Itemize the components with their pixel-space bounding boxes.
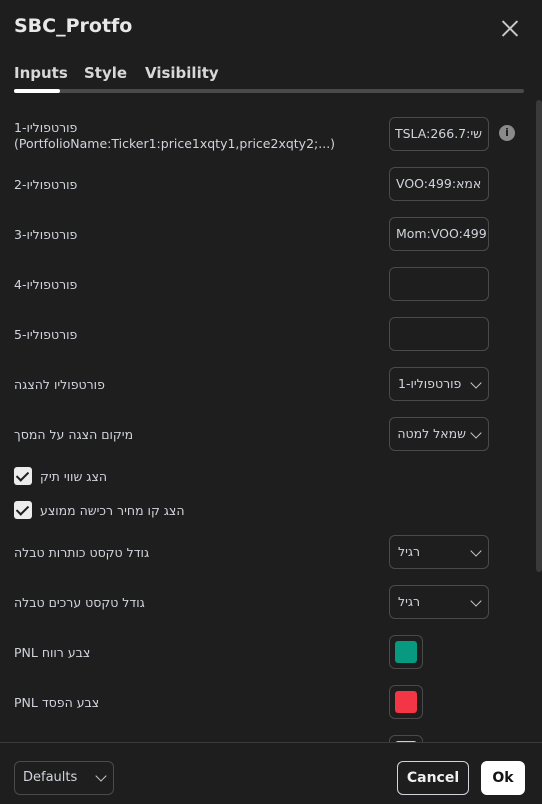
- defaults-label: Defaults: [23, 770, 78, 785]
- tab-style[interactable]: Style: [84, 64, 127, 82]
- header-text-size-select[interactable]: רגיל: [389, 535, 489, 569]
- pnl-profit-color-button[interactable]: [389, 635, 423, 669]
- pnl-profit-color-label: PNL צבע רווח: [14, 645, 91, 660]
- color-swatch: [395, 641, 417, 663]
- portfolio-1-hint: (PortfolioName:Ticker1:price1xqty1,price…: [14, 136, 336, 151]
- chevron-down-icon: [470, 377, 482, 389]
- show-avg-price-label: הצג קו מחיר רכישה ממוצע: [40, 503, 185, 518]
- chevron-down-icon: [470, 595, 482, 607]
- scrollbar[interactable]: [536, 100, 542, 572]
- header-text-size-label: גודל טקסט כותרות טבלה: [14, 545, 150, 560]
- close-icon[interactable]: [496, 14, 524, 42]
- display-portfolio-label: פורטפוליו להצגה: [14, 377, 105, 392]
- portfolio-2-label: פורטפוליו-2: [14, 177, 78, 192]
- active-tab-indicator: [14, 89, 60, 93]
- pnl-loss-color-button[interactable]: [389, 685, 423, 719]
- cancel-button[interactable]: Cancel: [397, 761, 469, 795]
- info-icon[interactable]: i: [499, 125, 515, 141]
- screen-position-label: מיקום הצגה על המסך: [14, 427, 134, 442]
- color-swatch: [395, 691, 417, 713]
- portfolio-4-label: פורטפוליו-4: [14, 277, 78, 292]
- dialog-title: SBC_Protfo: [14, 15, 133, 37]
- portfolio-2-input[interactable]: אמא:VOO:499: [389, 167, 489, 201]
- show-portfolio-value-checkbox[interactable]: [14, 467, 32, 485]
- display-portfolio-select[interactable]: פורטפוליו-1: [389, 367, 489, 401]
- values-text-size-label: גודל טקסט ערכים טבלה: [14, 595, 145, 610]
- values-text-size-value: רגיל: [398, 594, 421, 609]
- settings-dialog: SBC_Protfo Inputs Style Visibility פורטפ…: [0, 0, 542, 804]
- next-color-button[interactable]: [389, 735, 423, 742]
- values-text-size-select[interactable]: רגיל: [389, 585, 489, 619]
- tab-bar: Inputs Style Visibility: [14, 64, 524, 94]
- portfolio-3-input[interactable]: Mom:VOO:499: [389, 217, 489, 251]
- chevron-down-icon: [95, 770, 107, 782]
- display-portfolio-value: פורטפוליו-1: [398, 376, 462, 391]
- portfolio-5-label: פורטפוליו-5: [14, 327, 78, 342]
- portfolio-4-input[interactable]: [389, 267, 489, 301]
- portfolio-1-label: פורטפוליו-1: [14, 120, 78, 135]
- ok-button[interactable]: Ok: [481, 761, 525, 795]
- show-portfolio-value-label: הצג שווי תיק: [40, 469, 108, 484]
- pnl-loss-color-label: PNL צבע הפסד: [14, 695, 100, 710]
- screen-position-value: שמאל למטה: [398, 426, 466, 441]
- header-text-size-value: רגיל: [398, 544, 421, 559]
- tab-visibility[interactable]: Visibility: [145, 64, 219, 82]
- inputs-panel: פורטפוליו-1 (PortfolioName:Ticker1:price…: [0, 100, 542, 742]
- defaults-dropdown[interactable]: Defaults: [14, 761, 114, 795]
- tab-inputs[interactable]: Inputs: [14, 64, 68, 82]
- dialog-footer: Defaults Cancel Ok: [0, 742, 542, 804]
- tab-track: [14, 89, 524, 93]
- portfolio-1-input[interactable]: שי:TSLA:266.7: [389, 117, 489, 151]
- portfolio-3-label: פורטפוליו-3: [14, 227, 78, 242]
- dialog-header: SBC_Protfo: [0, 0, 542, 56]
- show-avg-price-checkbox[interactable]: [14, 501, 32, 519]
- screen-position-select[interactable]: שמאל למטה: [389, 417, 489, 451]
- chevron-down-icon: [470, 427, 482, 439]
- portfolio-5-input[interactable]: [389, 317, 489, 351]
- chevron-down-icon: [470, 545, 482, 557]
